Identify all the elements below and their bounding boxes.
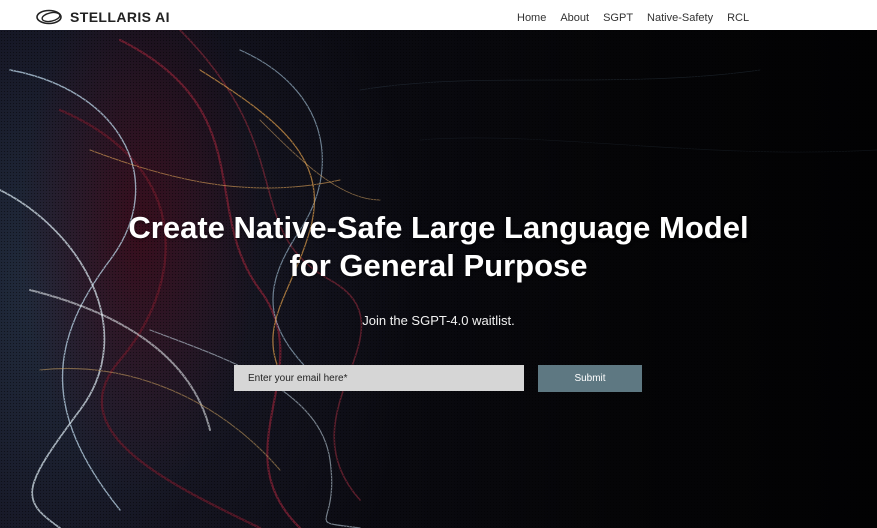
email-input[interactable]	[234, 365, 524, 391]
brand-logo[interactable]: STELLARIS AI	[35, 9, 170, 25]
nav-item-sgpt[interactable]: SGPT	[603, 11, 633, 25]
submit-button[interactable]: Submit	[538, 365, 642, 392]
nav-item-home[interactable]: Home	[517, 11, 546, 25]
nav-item-about[interactable]: About	[560, 11, 589, 25]
hero-title-line-1: Create Native-Safe Large Language Model	[128, 210, 749, 245]
nav-item-rcl[interactable]: RCL	[727, 11, 749, 25]
brand-name: STELLARIS AI	[70, 9, 170, 25]
hero-section: Create Native-Safe Large Language Model …	[0, 30, 877, 528]
hero-title-line-2: for General Purpose	[289, 248, 588, 283]
stellaris-orbit-logo-icon	[36, 9, 62, 25]
site-header: STELLARIS AI Home About SGPT Native-Safe…	[0, 0, 877, 30]
nav-item-native-safety[interactable]: Native-Safety	[647, 11, 713, 25]
main-nav: Home About SGPT Native-Safety RCL	[517, 11, 749, 25]
hero-subtitle: Join the SGPT-4.0 waitlist.	[362, 313, 515, 328]
